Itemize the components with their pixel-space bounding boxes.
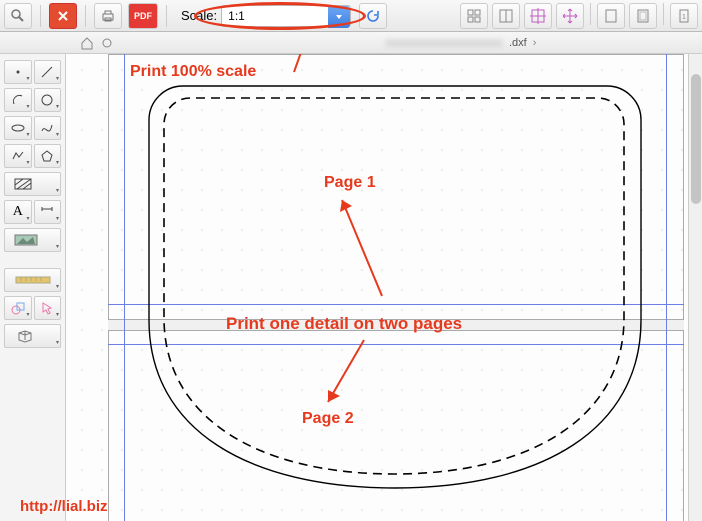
grid-icon — [466, 8, 482, 24]
home-icon[interactable] — [80, 36, 94, 50]
grid-2x2-button[interactable] — [460, 3, 488, 29]
chevron-down-icon: ▾ — [26, 215, 29, 222]
toolbar-separator — [166, 5, 167, 27]
split-icon — [498, 8, 514, 24]
main-area: ▾ ▾ ▾ ▾ ▾ ▾ ▾ ▾ ▾ A▾ ▾ ▾ ▾ ▾ ▾ — [0, 54, 702, 521]
chevron-down-icon: ▾ — [56, 75, 59, 82]
zoom-icon — [10, 8, 26, 24]
tool-line[interactable]: ▾ — [34, 60, 62, 84]
chevron-down-icon — [328, 6, 350, 28]
pdf-export-button[interactable]: PDF — [128, 3, 158, 29]
chevron-down-icon: ▾ — [26, 131, 29, 138]
chevron-down-icon: ▾ — [56, 215, 59, 222]
move-icon — [562, 8, 578, 24]
zoom-icon-button[interactable] — [4, 3, 32, 29]
tool-ellipse[interactable]: ▾ — [4, 116, 32, 140]
chevron-down-icon: ▾ — [26, 103, 29, 110]
chevron-down-icon: ▾ — [56, 243, 59, 250]
chevron-down-icon: ▾ — [56, 131, 59, 138]
file-extension: .dxf — [509, 37, 527, 49]
single-page-icon: 1 — [676, 8, 692, 24]
scale-value: 1:1 — [228, 9, 245, 23]
pdf-label: PDF — [134, 11, 152, 21]
canvas[interactable]: Print 100% scale Page 1 Print one detail… — [66, 54, 702, 521]
view-mode-group: 1 — [460, 3, 698, 29]
tool-polyline[interactable]: ▾ — [4, 144, 32, 168]
breadcrumb: xxxxxxxxxxxxxxxxxx .dxf › — [0, 32, 702, 54]
toolbar-separator — [40, 5, 41, 27]
main-toolbar: PDF Scale: 1:1 1 — [0, 0, 702, 32]
page-blank-button[interactable] — [597, 3, 625, 29]
crosshair-icon — [530, 8, 546, 24]
chevron-down-icon: ▾ — [56, 187, 59, 194]
tool-point[interactable]: ▾ — [4, 60, 32, 84]
toolbar-separator — [663, 3, 664, 25]
page-margin-icon — [635, 8, 651, 24]
scale-select[interactable]: 1:1 — [221, 5, 351, 27]
chevron-down-icon: ▾ — [56, 159, 59, 166]
close-icon — [55, 8, 71, 24]
chevron-down-icon: ▾ — [26, 311, 29, 318]
tool-shapes[interactable]: ▾ — [4, 296, 32, 320]
pattern-shape — [146, 80, 644, 494]
single-page-button[interactable]: 1 — [670, 3, 698, 29]
tool-palette: ▾ ▾ ▾ ▾ ▾ ▾ ▾ ▾ ▾ A▾ ▾ ▾ ▾ ▾ ▾ — [0, 54, 66, 521]
margin-left — [124, 54, 125, 521]
close-button[interactable] — [49, 3, 77, 29]
toolbar-separator — [85, 5, 86, 27]
tool-spline[interactable]: ▾ — [34, 116, 62, 140]
tool-ruler[interactable]: ▾ — [4, 268, 61, 292]
cursor-icon — [40, 301, 54, 315]
refresh-small-icon[interactable] — [100, 36, 114, 50]
tool-cursor[interactable]: ▾ — [34, 296, 62, 320]
tool-text[interactable]: A▾ — [4, 200, 32, 224]
print-button[interactable] — [94, 3, 122, 29]
split-view-button[interactable] — [492, 3, 520, 29]
chevron-down-icon: ▾ — [26, 75, 29, 82]
chevron-down-icon: ▾ — [56, 311, 59, 318]
text-icon: A — [13, 204, 23, 220]
scale-label: Scale: — [181, 8, 217, 23]
page-margin-button[interactable] — [629, 3, 657, 29]
tool-dimension[interactable]: ▾ — [34, 200, 62, 224]
watermark-url: http://lial.biz — [20, 498, 108, 515]
vertical-scrollbar[interactable] — [688, 54, 702, 521]
scrollbar-thumb[interactable] — [691, 74, 701, 204]
chevron-right-icon: › — [533, 37, 537, 49]
cube-icon — [13, 329, 53, 343]
chevron-down-icon: ▾ — [56, 103, 59, 110]
move-view-button[interactable] — [556, 3, 584, 29]
tool-arc[interactable]: ▾ — [4, 88, 32, 112]
svg-text:1: 1 — [682, 14, 686, 21]
blurred-path: xxxxxxxxxxxxxxxxxx — [386, 37, 503, 49]
center-view-button[interactable] — [524, 3, 552, 29]
refresh-button[interactable] — [359, 3, 387, 29]
tool-3d[interactable]: ▾ — [4, 324, 61, 348]
toolbar-separator — [590, 3, 591, 25]
scale-control: Scale: 1:1 — [181, 5, 351, 27]
tool-image[interactable]: ▾ — [4, 228, 61, 252]
margin-right — [666, 54, 667, 521]
tool-circle[interactable]: ▾ — [34, 88, 62, 112]
tool-polygon[interactable]: ▾ — [34, 144, 62, 168]
chevron-down-icon: ▾ — [26, 159, 29, 166]
print-icon — [100, 8, 116, 24]
tool-hatch[interactable]: ▾ — [4, 172, 61, 196]
chevron-down-icon: ▾ — [56, 339, 59, 346]
page-icon — [603, 8, 619, 24]
refresh-icon — [365, 8, 381, 24]
chevron-down-icon: ▾ — [56, 283, 59, 290]
